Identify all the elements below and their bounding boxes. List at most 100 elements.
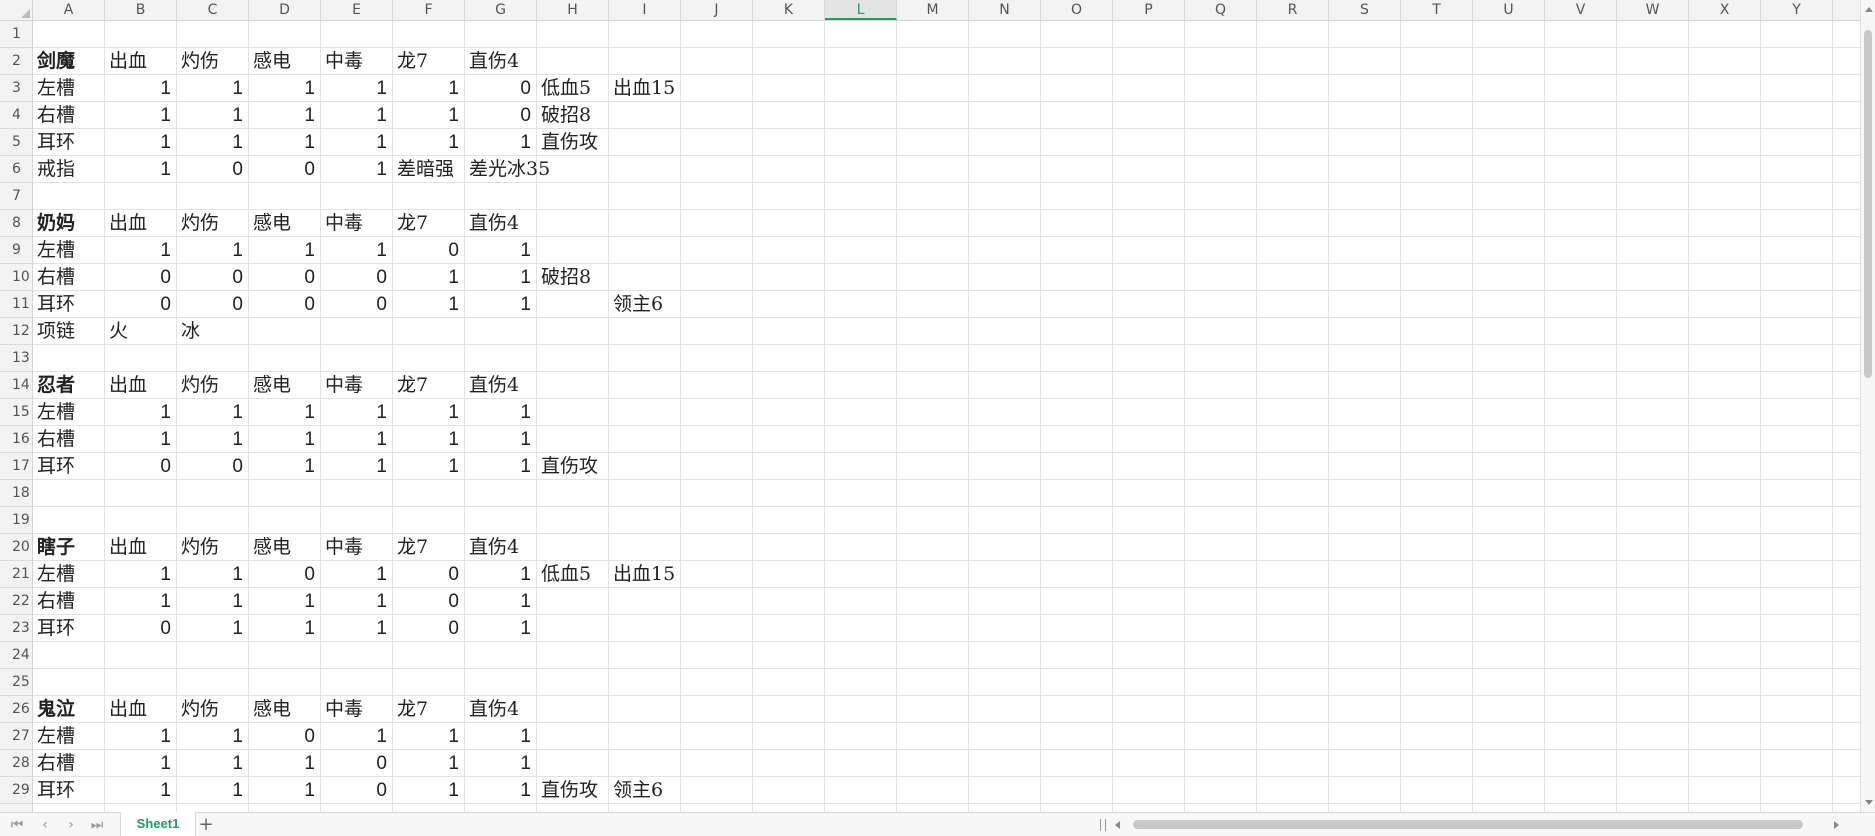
cell-g10[interactable]: 1 [465, 264, 531, 290]
cell-e15[interactable]: 1 [321, 399, 387, 425]
cell-b16[interactable]: 1 [105, 426, 171, 452]
tab-split-handle[interactable] [1100, 819, 1106, 831]
column-header-o[interactable]: O [1041, 0, 1113, 20]
cell-e22[interactable]: 1 [321, 588, 387, 614]
cell-d17[interactable]: 1 [249, 453, 315, 479]
horizontal-scroll-thumb[interactable] [1133, 820, 1803, 829]
cell-g11[interactable]: 1 [465, 291, 531, 317]
cell-d10[interactable]: 0 [249, 264, 315, 290]
row-header-23[interactable]: 23 [0, 615, 32, 642]
cell-h10[interactable]: 破招8 [537, 264, 591, 290]
cell-f17[interactable]: 1 [393, 453, 459, 479]
cell-e9[interactable]: 1 [321, 237, 387, 263]
cell-h4[interactable]: 破招8 [537, 102, 591, 128]
cell-b15[interactable]: 1 [105, 399, 171, 425]
cell-a3[interactable]: 左槽 [33, 75, 75, 101]
cell-c5[interactable]: 1 [177, 129, 243, 155]
cell-e27[interactable]: 1 [321, 723, 387, 749]
row-header-11[interactable]: 11 [0, 291, 32, 318]
cell-a29[interactable]: 耳环 [33, 777, 75, 803]
row-header-13[interactable]: 13 [0, 345, 32, 372]
row-header-7[interactable]: 7 [0, 183, 32, 210]
cell-d8[interactable]: 感电 [249, 210, 291, 236]
cell-d20[interactable]: 感电 [249, 534, 291, 560]
cell-f8[interactable]: 龙7 [393, 210, 428, 236]
column-header-p[interactable]: P [1113, 0, 1185, 20]
column-header-x[interactable]: X [1689, 0, 1761, 20]
vertical-scroll-thumb[interactable] [1864, 30, 1872, 378]
vertical-scrollbar[interactable] [1860, 0, 1875, 812]
column-header-e[interactable]: E [321, 0, 393, 20]
cell-f9[interactable]: 0 [393, 237, 459, 263]
cell-e26[interactable]: 中毒 [321, 696, 363, 722]
cell-c16[interactable]: 1 [177, 426, 243, 452]
row-header-5[interactable]: 5 [0, 129, 32, 156]
row-header-27[interactable]: 27 [0, 723, 32, 750]
scroll-up-icon[interactable] [1865, 7, 1873, 12]
cell-e28[interactable]: 0 [321, 750, 387, 776]
cell-c4[interactable]: 1 [177, 102, 243, 128]
cell-f29[interactable]: 1 [393, 777, 459, 803]
row-header-24[interactable]: 24 [0, 642, 32, 669]
cell-d2[interactable]: 感电 [249, 48, 291, 74]
cell-d27[interactable]: 0 [249, 723, 315, 749]
cell-a16[interactable]: 右槽 [33, 426, 75, 452]
row-header-3[interactable]: 3 [0, 75, 32, 102]
cell-a28[interactable]: 右槽 [33, 750, 75, 776]
column-header-g[interactable]: G [465, 0, 537, 20]
cell-a9[interactable]: 左槽 [33, 237, 75, 263]
cell-g29[interactable]: 1 [465, 777, 531, 803]
cell-f15[interactable]: 1 [393, 399, 459, 425]
cell-a10[interactable]: 右槽 [33, 264, 75, 290]
cell-c22[interactable]: 1 [177, 588, 243, 614]
row-header-2[interactable]: 2 [0, 48, 32, 75]
cell-g20[interactable]: 直伤4 [465, 534, 519, 560]
cell-a8[interactable]: 奶妈 [33, 210, 75, 236]
cell-i21[interactable]: 出血15 [609, 561, 675, 587]
column-header-j[interactable]: J [681, 0, 753, 20]
cell-f5[interactable]: 1 [393, 129, 459, 155]
cell-c2[interactable]: 灼伤 [177, 48, 219, 74]
cell-c28[interactable]: 1 [177, 750, 243, 776]
cell-g5[interactable]: 1 [465, 129, 531, 155]
cell-f21[interactable]: 0 [393, 561, 459, 587]
cell-d29[interactable]: 1 [249, 777, 315, 803]
row-header-1[interactable]: 1 [0, 21, 32, 48]
cell-e16[interactable]: 1 [321, 426, 387, 452]
cell-f11[interactable]: 1 [393, 291, 459, 317]
column-header-m[interactable]: M [897, 0, 969, 20]
cell-f23[interactable]: 0 [393, 615, 459, 641]
cell-b2[interactable]: 出血 [105, 48, 147, 74]
next-sheet-icon[interactable]: › [62, 816, 80, 834]
cell-g23[interactable]: 1 [465, 615, 531, 641]
cell-i3[interactable]: 出血15 [609, 75, 675, 101]
column-header-l[interactable]: L [825, 0, 897, 20]
cell-c17[interactable]: 0 [177, 453, 243, 479]
column-header-n[interactable]: N [969, 0, 1041, 20]
cell-b5[interactable]: 1 [105, 129, 171, 155]
cell-d28[interactable]: 1 [249, 750, 315, 776]
cell-f14[interactable]: 龙7 [393, 372, 428, 398]
column-header-v[interactable]: V [1545, 0, 1617, 20]
column-header-u[interactable]: U [1473, 0, 1545, 20]
cell-b22[interactable]: 1 [105, 588, 171, 614]
cell-d23[interactable]: 1 [249, 615, 315, 641]
cell-d9[interactable]: 1 [249, 237, 315, 263]
cell-b20[interactable]: 出血 [105, 534, 147, 560]
cell-b6[interactable]: 1 [105, 156, 171, 182]
cell-f10[interactable]: 1 [393, 264, 459, 290]
cell-h21[interactable]: 低血5 [537, 561, 591, 587]
cell-g8[interactable]: 直伤4 [465, 210, 519, 236]
cell-b9[interactable]: 1 [105, 237, 171, 263]
cell-b8[interactable]: 出血 [105, 210, 147, 236]
cell-f28[interactable]: 1 [393, 750, 459, 776]
cell-a15[interactable]: 左槽 [33, 399, 75, 425]
cell-d6[interactable]: 0 [249, 156, 315, 182]
cell-a17[interactable]: 耳环 [33, 453, 75, 479]
cell-c10[interactable]: 0 [177, 264, 243, 290]
column-header-c[interactable]: C [177, 0, 249, 20]
cell-e5[interactable]: 1 [321, 129, 387, 155]
cell-c6[interactable]: 0 [177, 156, 243, 182]
cell-d26[interactable]: 感电 [249, 696, 291, 722]
cell-i29[interactable]: 领主6 [609, 777, 663, 803]
